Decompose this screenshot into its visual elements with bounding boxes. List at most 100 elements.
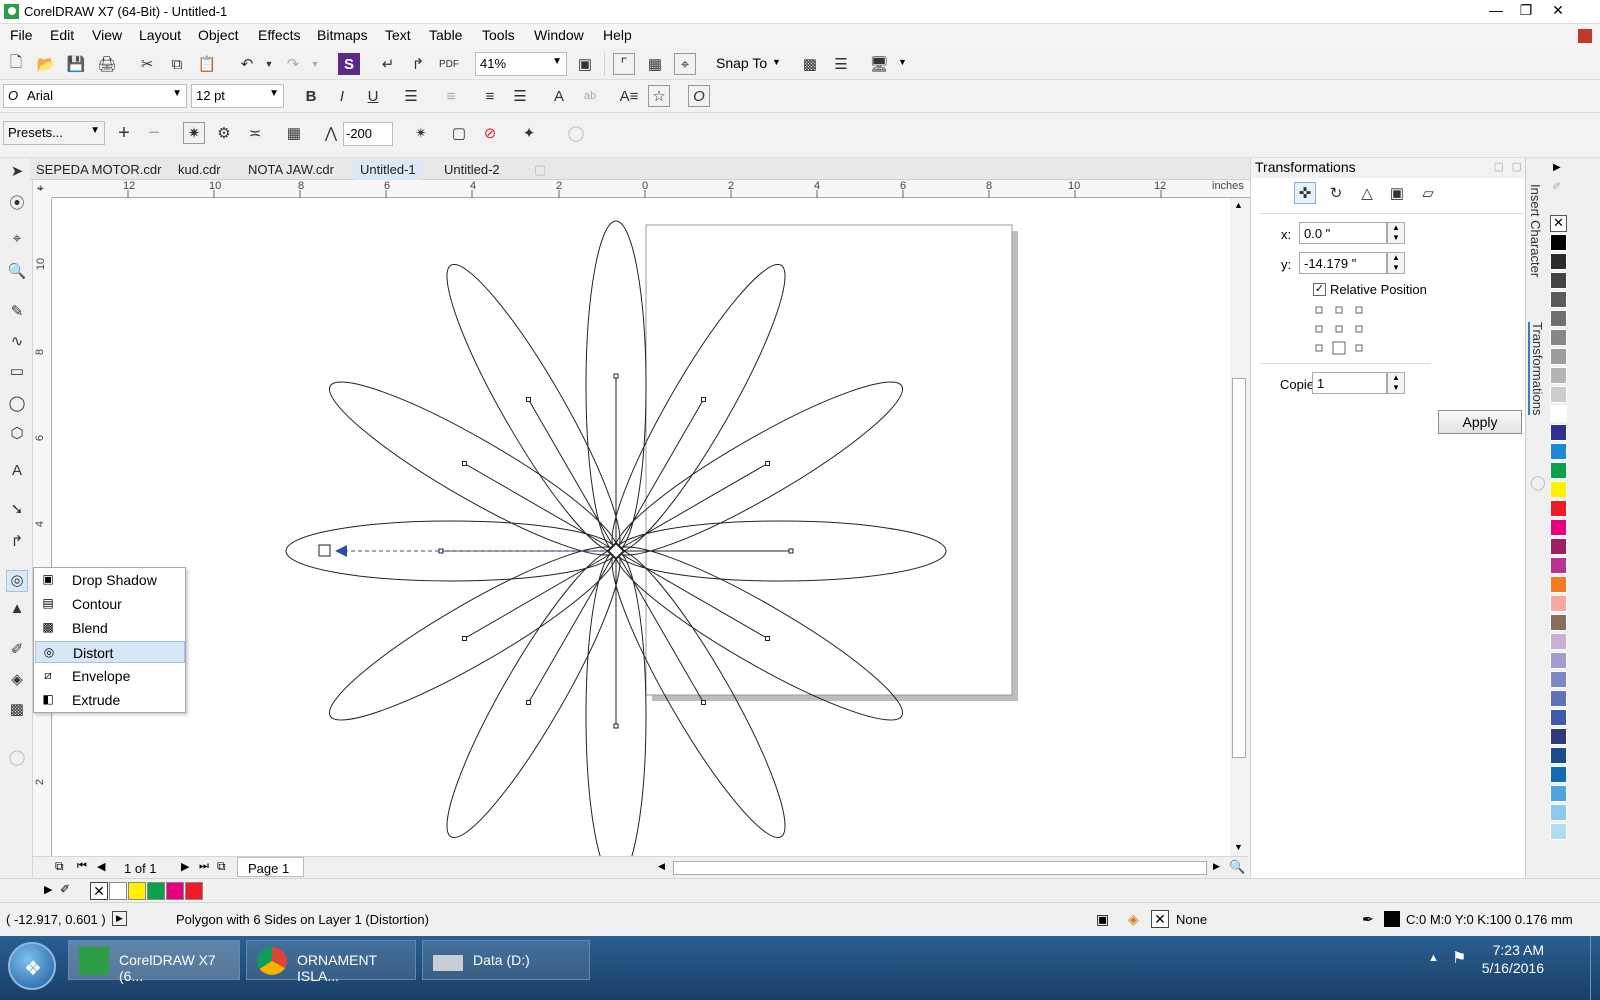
undo-icon[interactable]: ↶ xyxy=(236,53,258,75)
scale-mirror-icon[interactable]: △ xyxy=(1356,182,1378,204)
palette-swatch[interactable] xyxy=(1550,253,1567,270)
palette-swatch[interactable] xyxy=(1550,329,1567,346)
first-page-icon[interactable]: ⏮ xyxy=(77,860,87,873)
show-desktop-button[interactable] xyxy=(1590,936,1600,1000)
push-pull-distortion-icon[interactable]: ✷ xyxy=(183,122,205,144)
scroll-down-icon[interactable]: ▼ xyxy=(1234,842,1243,852)
size-icon[interactable]: ▣ xyxy=(1386,182,1408,204)
zipper-distortion-icon[interactable]: ⚙ xyxy=(213,122,235,144)
palette-swatch[interactable] xyxy=(1550,538,1567,555)
user-icon[interactable] xyxy=(1578,29,1592,43)
palette-swatch[interactable] xyxy=(1550,785,1567,802)
zoom-navigator-icon[interactable]: 🔍 xyxy=(1229,859,1245,875)
restore-button[interactable]: ❐ xyxy=(1512,2,1540,22)
tab-insert-character[interactable]: Insert Character xyxy=(1528,184,1543,277)
text-tool-icon[interactable]: A xyxy=(6,462,28,484)
palette-swatch[interactable] xyxy=(1550,348,1567,365)
tab-kud[interactable]: kud.cdr xyxy=(172,160,227,180)
flyout-drop-shadow[interactable]: ▣ Drop Shadow xyxy=(35,569,185,591)
palette-swatch[interactable] xyxy=(1550,633,1567,650)
copy-icon[interactable]: ⧉ xyxy=(166,53,188,75)
vertical-scroll-thumb[interactable] xyxy=(1232,378,1246,758)
new-icon[interactable]: 🗋 xyxy=(5,53,27,75)
menu-text[interactable]: Text xyxy=(385,27,411,43)
fill-swatch[interactable]: ✕ xyxy=(1151,910,1169,928)
y-spinner[interactable]: ▲ ▼ xyxy=(1387,252,1405,274)
amplitude-icon[interactable]: ⋀ xyxy=(320,122,342,144)
scroll-right-icon[interactable]: ▶ xyxy=(1213,861,1220,872)
x-spinner[interactable]: ▲ ▼ xyxy=(1387,222,1405,244)
connector-tool-icon[interactable]: ↱ xyxy=(6,532,28,554)
vertical-scrollbar[interactable]: ▲ ▼ xyxy=(1230,198,1248,856)
outline-swatch[interactable] xyxy=(1384,911,1400,927)
task-coreldraw[interactable]: CorelDRAW X7 (6... xyxy=(68,940,240,984)
show-grid-icon[interactable]: ▦ xyxy=(644,53,666,75)
task-explorer[interactable]: Data (D:) xyxy=(422,940,590,980)
position-icon[interactable]: ✜ xyxy=(1294,182,1316,204)
x-position-field[interactable]: 0.0 " xyxy=(1299,222,1387,244)
horizontal-text-icon[interactable]: A≡ xyxy=(618,85,640,107)
edit-text-icon[interactable]: ab xyxy=(579,85,601,107)
docker-float-icon[interactable]: ▢ xyxy=(1494,160,1504,173)
convert-to-curves-icon[interactable]: ✦ xyxy=(518,122,540,144)
tab-sepeda-motor[interactable]: SEPEDA MOTOR.cdr xyxy=(30,160,167,180)
palette-swatch[interactable] xyxy=(1550,481,1567,498)
vertical-ruler[interactable]: 10 8 6 4 2 xyxy=(33,198,52,878)
palette-swatch[interactable] xyxy=(1550,709,1567,726)
clock-time[interactable]: 7:23 AM xyxy=(1490,942,1544,958)
palette-swatch[interactable] xyxy=(1550,557,1567,574)
no-color-swatch[interactable]: ✕ xyxy=(1550,215,1567,232)
search-content-icon[interactable]: S xyxy=(338,53,360,75)
flyout-envelope[interactable]: ⧄ Envelope xyxy=(35,665,185,687)
clock-date[interactable]: 5/16/2016 xyxy=(1476,960,1544,976)
presets-list[interactable]: Presets... ▼ xyxy=(3,121,105,145)
paragraph-format-icon[interactable]: ≡ xyxy=(440,85,462,107)
palette-swatch[interactable] xyxy=(1550,595,1567,612)
tab-transformations[interactable]: Transformations xyxy=(1528,322,1545,416)
copy-distortion-icon[interactable]: ✴ xyxy=(410,122,432,144)
snap-to-label[interactable]: Snap To xyxy=(716,55,767,71)
drop-cap-icon[interactable]: ☰ xyxy=(509,85,531,107)
underline-icon[interactable]: U xyxy=(362,85,384,107)
document-swatch[interactable] xyxy=(185,882,203,900)
smart-fill-icon[interactable]: ▩ xyxy=(6,700,28,722)
document-palette-arrow-icon[interactable]: ▶ xyxy=(44,883,52,896)
horizontal-scroll-thumb[interactable] xyxy=(673,861,1207,875)
application-launcher-icon[interactable]: 🖥 xyxy=(868,53,890,75)
ruler-origin[interactable]: ⌖ xyxy=(33,180,52,198)
document-swatch[interactable] xyxy=(109,882,127,900)
export-icon[interactable]: ↱ xyxy=(407,53,429,75)
flyout-blend[interactable]: ▩ Blend xyxy=(35,617,185,639)
redo-dropdown-icon[interactable]: ▼ xyxy=(304,53,326,75)
flyout-contour[interactable]: ▤ Contour xyxy=(35,593,185,615)
minimize-button[interactable]: — xyxy=(1482,2,1510,22)
menu-view[interactable]: View xyxy=(92,27,122,43)
palette-swatch[interactable] xyxy=(1550,424,1567,441)
distort-handle-arrow[interactable] xyxy=(335,545,347,557)
next-page-icon[interactable]: ▶ xyxy=(181,860,189,873)
palette-eyedropper-icon[interactable]: ✐ xyxy=(1552,180,1561,193)
copies-spinner[interactable]: ▲ ▼ xyxy=(1387,372,1405,394)
flyout-distort[interactable]: ◎ Distort xyxy=(35,641,185,663)
rotate-icon[interactable]: ↻ xyxy=(1325,182,1347,204)
close-button[interactable]: ✕ xyxy=(1544,2,1572,22)
polygon-tool-icon[interactable]: ⬡ xyxy=(6,424,28,446)
no-distortion-icon[interactable]: ⊘ xyxy=(479,122,501,144)
launcher-chevron-icon[interactable]: ▼ xyxy=(898,57,907,67)
menu-help[interactable]: Help xyxy=(603,27,632,43)
publish-pdf-icon[interactable]: PDF xyxy=(438,53,460,75)
freehand-tool-icon[interactable]: ✎ xyxy=(6,302,28,324)
import-icon[interactable]: ↵ xyxy=(377,53,399,75)
palette-swatch[interactable] xyxy=(1550,747,1567,764)
action-center-flag-icon[interactable]: ⚑ xyxy=(1452,948,1466,968)
previous-page-icon[interactable]: ◀ xyxy=(97,860,105,873)
pick-tool-icon[interactable]: ➤ xyxy=(6,162,28,184)
twister-distortion-icon[interactable]: ≍ xyxy=(244,122,266,144)
cut-icon[interactable]: ✂ xyxy=(136,53,158,75)
text-properties-icon[interactable]: A xyxy=(548,85,570,107)
shape-tool-icon[interactable]: ⦿ xyxy=(6,192,28,214)
add-preset-icon[interactable]: + xyxy=(113,122,135,144)
document-swatch[interactable] xyxy=(147,882,165,900)
menu-edit[interactable]: Edit xyxy=(50,27,74,43)
snap-chevron-icon[interactable]: ▼ xyxy=(772,57,781,67)
